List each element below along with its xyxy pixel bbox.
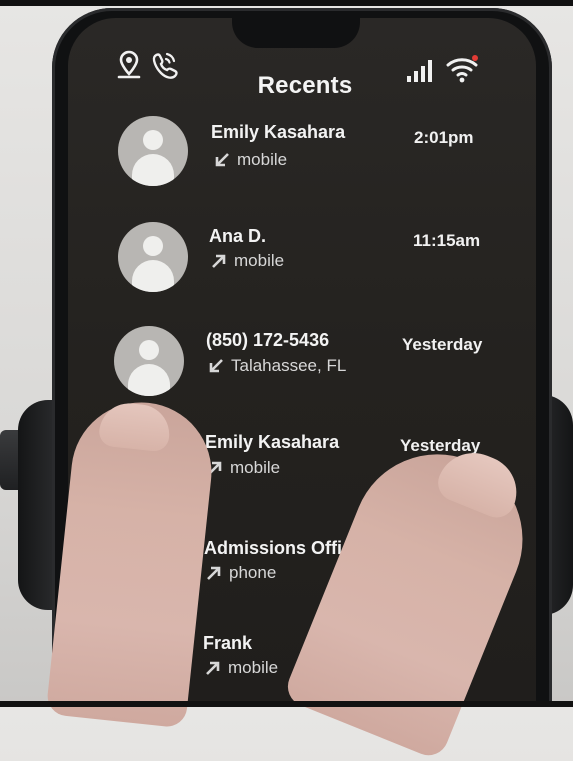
call-time: 2:01pm: [414, 128, 474, 147]
page-title: Recents: [257, 72, 353, 99]
avatar-body: [132, 154, 174, 186]
outgoing-call-arrow-icon: [210, 252, 228, 270]
list-item[interactable]: Ana D. mobile 11:15am: [0, 218, 573, 308]
call-detail: mobile: [213, 150, 287, 170]
status-bar-right: [405, 54, 479, 89]
call-time: Yesterday: [402, 335, 483, 354]
avatar-body: [128, 364, 170, 396]
avatar-body: [132, 260, 174, 292]
contact-name: Emily Kasahara: [205, 432, 340, 452]
call-time: 11:15am: [413, 231, 481, 250]
letterbox-top: [0, 0, 573, 6]
call-type: mobile: [234, 251, 285, 270]
location-person-icon: [116, 50, 142, 85]
phone-call-icon: [150, 50, 178, 85]
letterbox-bottom: [0, 701, 573, 707]
call-detail: phone: [205, 563, 276, 583]
wifi-icon: [445, 54, 479, 89]
contact-name: Emily Kasahara: [211, 122, 346, 142]
call-type: mobile: [230, 458, 281, 477]
call-type: phone: [229, 563, 277, 582]
call-detail: mobile: [210, 251, 284, 271]
contact-name: (850) 172-5436: [206, 330, 330, 350]
call-detail: mobile: [206, 458, 280, 478]
avatar: [114, 326, 184, 396]
call-detail: mobile: [204, 658, 278, 678]
contact-name: Ana D.: [209, 226, 267, 246]
avatar: [118, 222, 188, 292]
list-item[interactable]: (850) 172-5436 Talahassee, FL Yesterday: [0, 320, 573, 410]
signal-bars-icon: [405, 58, 437, 89]
outgoing-call-arrow-icon: [205, 564, 223, 582]
call-type: mobile: [228, 658, 279, 677]
avatar-head: [139, 340, 159, 360]
call-type: mobile: [237, 150, 288, 169]
status-bar-left: [116, 50, 178, 85]
incoming-call-arrow-icon: [207, 357, 225, 375]
avatar-head: [143, 236, 163, 256]
avatar: [118, 116, 188, 186]
outgoing-call-arrow-icon: [204, 659, 222, 677]
incoming-call-arrow-icon: [213, 151, 231, 169]
list-item[interactable]: Emily Kasahara mobile 2:01pm: [0, 112, 573, 202]
avatar-head: [143, 130, 163, 150]
scene-background: Recents Emily Kasahara mobile 2:01pm Ana…: [0, 0, 573, 761]
contact-name: Frank: [203, 633, 253, 653]
call-detail: Talahassee, FL: [207, 356, 346, 376]
phone-notch: [232, 18, 360, 48]
call-type: Talahassee, FL: [231, 356, 347, 375]
